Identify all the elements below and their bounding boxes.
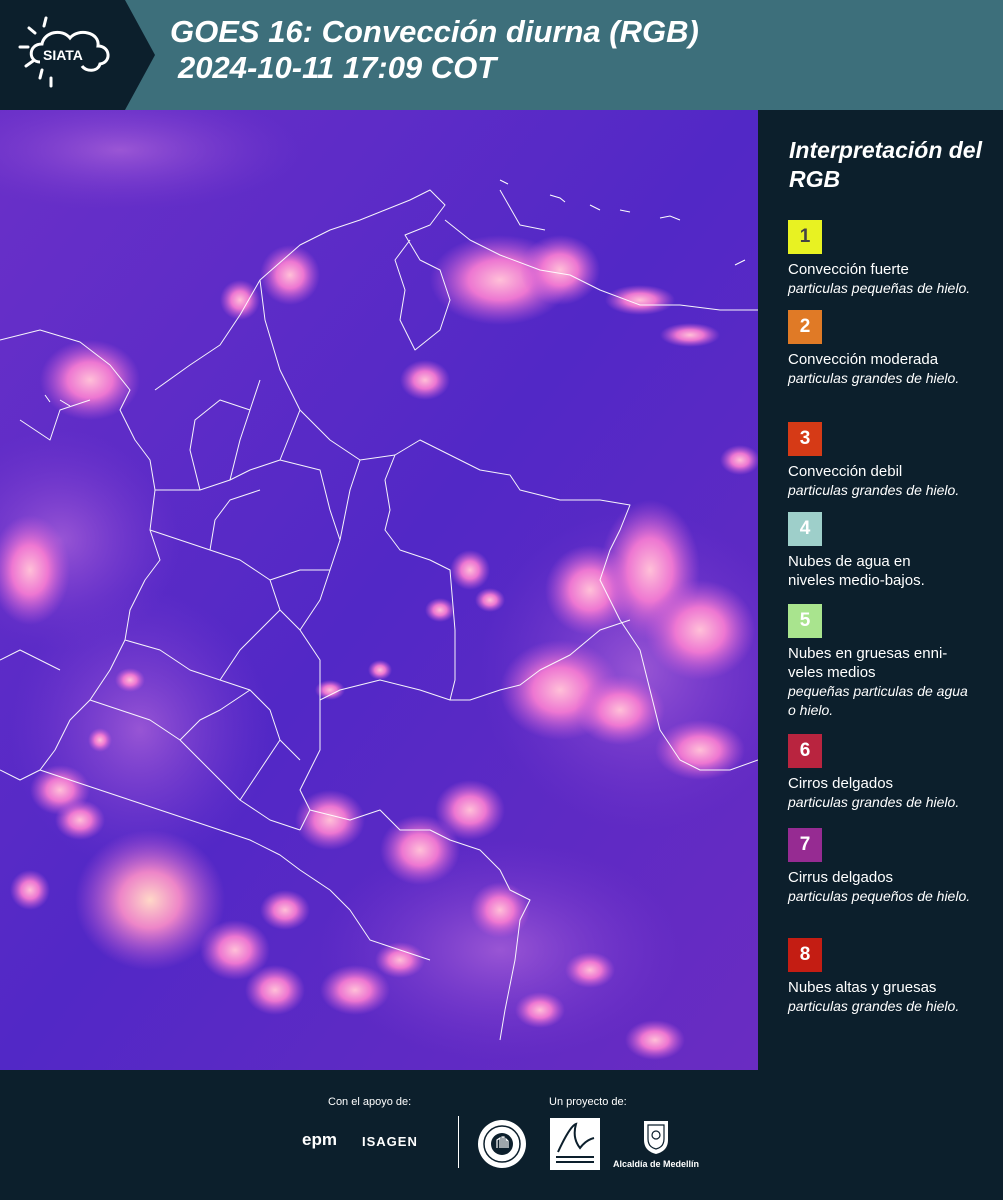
- legend-item-6: 6 Cirros delgados particulas grandes de …: [788, 734, 998, 812]
- epm-logo: epm: [302, 1130, 337, 1149]
- support-label: Con el apoyo de:: [328, 1096, 412, 1108]
- alcaldia-shield-icon: [644, 1121, 668, 1154]
- legend-desc-3: particulas grandes de hielo.: [788, 482, 960, 498]
- legend-swatch-2: 2: [788, 310, 822, 344]
- page-title: GOES 16: Convección diurna (RGB) 2024-10…: [170, 14, 699, 86]
- legend-title: Interpretación del RGB: [789, 137, 982, 192]
- project-label: Un proyecto de:: [549, 1096, 627, 1108]
- legend-desc-6: particulas grandes de hielo.: [788, 794, 960, 810]
- title-line-2: 2024-10-11 17:09 COT: [178, 50, 497, 85]
- legend-label-4: Nubes de agua en niveles medio-bajos.: [788, 553, 925, 589]
- legend-desc-1: particulas pequeñas de hielo.: [788, 280, 971, 296]
- legend-label-6: Cirros delgados: [788, 775, 894, 792]
- logo-text: SIATA: [43, 47, 83, 63]
- legend-desc-7: particulas pequeños de hielo.: [788, 888, 971, 904]
- legend-item-1: 1 Convección fuerte particulas pequeñas …: [788, 220, 998, 298]
- legend-label-7: Cirrus delgados: [788, 869, 894, 886]
- satellite-image: [0, 110, 758, 1070]
- legend-item-7: 7 Cirrus delgados particulas pequeños de…: [788, 828, 998, 906]
- footer-divider: [458, 1116, 459, 1168]
- legend-item-5: 5 Nubes en gruesas enni-veles medios peq…: [788, 604, 998, 720]
- legend-swatch-3: 3: [788, 422, 822, 456]
- legend-swatch-7: 7: [788, 828, 822, 862]
- legend-desc-5: pequeñas particulas de agua o hielo.: [788, 683, 968, 718]
- header-bar: SIATA GOES 16: Convección diurna (RGB) 2…: [0, 0, 1003, 110]
- legend-item-8: 8 Nubes altas y gruesas particulas grand…: [788, 938, 998, 1016]
- footer: Con el apoyo de: Un proyecto de: epm ISA…: [0, 1070, 1003, 1200]
- legend-label-5: Nubes en gruesas enni-veles medios: [788, 645, 948, 681]
- legend-item-3: 3 Convección debil particulas grandes de…: [788, 422, 998, 500]
- legend-label-3: Convección debil: [788, 463, 903, 480]
- legend-label-2: Convección moderada: [788, 351, 939, 368]
- legend-swatch-1: 1: [788, 220, 822, 254]
- legend-label-1: Convección fuerte: [788, 261, 909, 278]
- legend-desc-2: particulas grandes de hielo.: [788, 370, 960, 386]
- isagen-logo: ISAGEN: [362, 1134, 418, 1149]
- medellin-seal-icon: [478, 1120, 526, 1168]
- legend-swatch-8: 8: [788, 938, 822, 972]
- legend-panel: Interpretación del RGB 1 Convección fuer…: [758, 110, 1003, 1070]
- alcaldia-label: Alcaldía de Medellín: [613, 1159, 700, 1169]
- area-metropolitana-logo-icon: [550, 1118, 600, 1170]
- legend-label-8: Nubes altas y gruesas: [788, 979, 937, 996]
- title-line-1: GOES 16: Convección diurna (RGB): [170, 14, 699, 49]
- legend-swatch-5: 5: [788, 604, 822, 638]
- legend-desc-8: particulas grandes de hielo.: [788, 998, 960, 1014]
- siata-logo: SIATA: [0, 0, 160, 110]
- legend-swatch-6: 6: [788, 734, 822, 768]
- legend-item-4: 4 Nubes de agua en niveles medio-bajos.: [788, 512, 998, 590]
- legend-swatch-4: 4: [788, 512, 822, 546]
- legend-item-2: 2 Convección moderada particulas grandes…: [788, 310, 998, 388]
